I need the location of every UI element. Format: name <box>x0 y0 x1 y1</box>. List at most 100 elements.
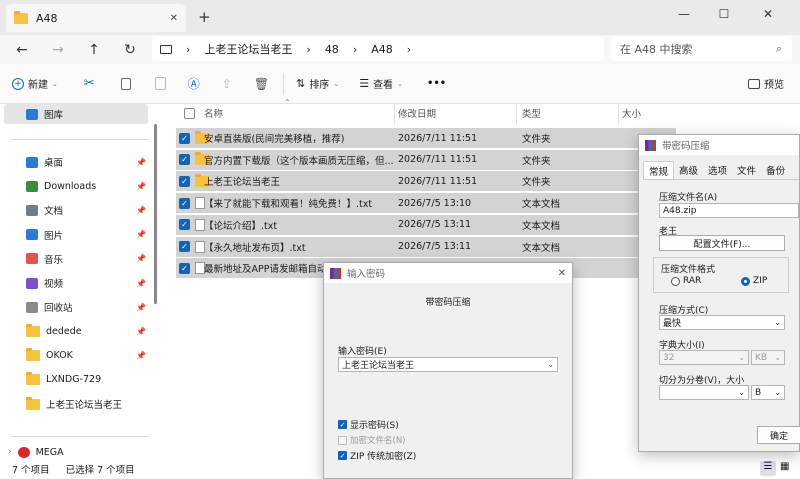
refresh-button[interactable]: ↻ <box>112 42 148 58</box>
zip-radio[interactable]: ZIP <box>741 276 767 286</box>
sidebar-item[interactable]: OKOK 📌 <box>26 346 150 366</box>
file-row[interactable]: ✓ 【来了就能下载和观看！纯免费！】.txt 2026/7/5 13:10 文本文档 <box>176 193 676 214</box>
zip-legacy-checkbox[interactable]: ✓ ZIP 传统加密(Z) <box>338 449 416 462</box>
sort-button[interactable]: ⇅ 排序 ⌄ <box>296 76 339 91</box>
back-button[interactable]: ← <box>4 42 40 58</box>
format-label: 压缩文件格式 <box>661 265 716 275</box>
more-button[interactable]: ••• <box>427 78 446 89</box>
split-unit-select[interactable]: B ⌄ <box>751 385 785 400</box>
breadcrumb-item[interactable]: A48 <box>371 43 393 56</box>
sidebar-item-label: 视频 <box>44 279 64 290</box>
recycle-bin-icon <box>26 301 38 313</box>
close-button[interactable]: ✕ <box>748 4 788 24</box>
sidebar-item[interactable]: dedede 📌 <box>26 321 150 341</box>
maximize-button[interactable]: ☐ <box>704 4 744 24</box>
forward-button[interactable]: → <box>40 42 76 58</box>
checkbox-checked[interactable]: ✓ <box>338 451 347 460</box>
sidebar-item[interactable]: 视频 📌 <box>26 273 150 293</box>
navigation-pane: 图库 桌面 📌 Downloads 📌 文档 📌 图片 📌 音乐 📌 视频 📌 回收站 📌 dedede 📌 O… <box>0 104 160 459</box>
tab-bar: A48 ✕ + — ☐ ✕ <box>0 0 800 35</box>
divider <box>10 436 150 437</box>
dialog-tab[interactable]: 备份 <box>761 161 790 179</box>
tiles-view-icon[interactable]: ▦ <box>780 461 789 472</box>
pin-icon: 📌 <box>136 254 146 264</box>
preview-button[interactable]: 预览 <box>748 76 784 91</box>
sidebar-item[interactable]: 上老王论坛当老王 <box>26 394 150 414</box>
file-row[interactable]: ✓ 上老王论坛当老王 2026/7/11 11:51 文件夹 <box>176 171 676 192</box>
sidebar-item-gallery[interactable]: 图库 <box>4 104 148 124</box>
address-bar[interactable]: › 上老王论坛当老王 › 48 › A48 › <box>152 37 604 61</box>
up-button[interactable]: ↑ <box>76 42 112 58</box>
radio-unchecked[interactable] <box>671 276 680 286</box>
file-row[interactable]: ✓ 【永久地址发布页】.txt 2026/7/5 13:11 文本文档 <box>176 236 676 257</box>
search-box[interactable]: 在 A48 中搜索 ⌕ <box>610 37 792 61</box>
view-button[interactable]: ☰ 查看 ⌄ <box>359 76 403 91</box>
show-password-checkbox[interactable]: ✓ 显示密码(S) <box>338 418 399 431</box>
profile-button[interactable]: 配置文件(F)... <box>659 235 785 251</box>
cut-icon[interactable]: ✂ <box>84 76 95 91</box>
new-tab-button[interactable]: + <box>198 8 211 26</box>
row-checkbox[interactable]: ✓ <box>179 262 190 274</box>
document-icon <box>26 204 38 216</box>
paste-icon[interactable] <box>154 77 166 90</box>
sidebar-item[interactable]: 图片 📌 <box>26 225 150 245</box>
row-checkbox[interactable]: ✓ <box>179 154 190 166</box>
minimize-button[interactable]: — <box>664 4 704 24</box>
select-all-checkbox[interactable] <box>184 104 195 122</box>
breadcrumb-item[interactable]: 上老王论坛当老王 <box>204 41 292 57</box>
column-date[interactable]: 修改日期 <box>398 104 436 122</box>
column-type[interactable]: 类型 <box>522 104 541 122</box>
row-checkbox[interactable]: ✓ <box>179 175 190 187</box>
sidebar-item[interactable]: 文档 📌 <box>26 200 150 220</box>
new-button[interactable]: + 新建 ⌄ <box>12 76 58 91</box>
folder-icon <box>26 396 40 410</box>
column-name[interactable]: 名称 <box>204 104 223 122</box>
sidebar-item[interactable]: LXNDG-729 <box>26 370 150 390</box>
file-row[interactable]: ✓ 官方内置下载版（这个版本画质无压缩，但... 2026/7/11 11:51 文件… <box>176 149 676 170</box>
breadcrumb-item[interactable]: 48 <box>325 43 339 56</box>
search-input[interactable]: 在 A48 中搜索 <box>620 41 776 57</box>
method-select[interactable]: 最快 ⌄ <box>659 315 785 330</box>
split-size-field[interactable]: ⌄ <box>659 385 749 400</box>
details-view-icon[interactable]: ☰ <box>760 461 776 476</box>
rar-radio[interactable]: RAR <box>671 276 701 286</box>
tab-a48[interactable]: A48 ✕ <box>6 4 186 32</box>
dialog-tab[interactable]: 常规 <box>643 161 675 179</box>
checkbox-label: 显示密码(S) <box>350 421 399 431</box>
file-row[interactable]: ✓ 安卓直装版(民间完美移植，推荐) 2026/7/11 11:51 文件夹 <box>176 128 676 148</box>
archive-name-field[interactable]: A48.zip <box>659 203 799 218</box>
password-field[interactable]: 上老王论坛当老王 ⌄ <box>338 357 558 372</box>
row-checkbox[interactable]: ✓ <box>179 219 190 231</box>
sidebar-item[interactable]: 桌面 📌 <box>26 152 150 172</box>
checkbox-checked[interactable]: ✓ <box>338 420 347 429</box>
sidebar-item[interactable]: 回收站 📌 <box>26 297 150 317</box>
ok-button[interactable]: 确定 <box>757 426 800 444</box>
row-checkbox[interactable]: ✓ <box>179 197 190 209</box>
tab-close-icon[interactable]: ✕ <box>170 13 178 24</box>
copy-icon[interactable] <box>120 77 131 90</box>
row-checkbox[interactable]: ✓ <box>179 132 190 144</box>
column-size[interactable]: 大小 <box>622 104 641 122</box>
close-icon[interactable]: ✕ <box>558 268 566 279</box>
encrypt-names-checkbox[interactable]: 加密文件名(N) <box>338 434 406 446</box>
chevron-down-icon[interactable]: ⌄ <box>547 360 554 369</box>
delete-icon[interactable]: 🗑 <box>254 77 269 91</box>
pin-icon: 📌 <box>136 351 146 361</box>
share-icon[interactable]: ⇪ <box>222 77 232 91</box>
sidebar-scrollbar[interactable] <box>154 124 157 304</box>
dialog-tab[interactable]: 选项 <box>703 161 732 179</box>
sidebar-item[interactable]: 音乐 📌 <box>26 249 150 269</box>
sidebar-item[interactable]: Downloads 📌 <box>26 176 150 196</box>
pin-icon: 📌 <box>136 157 146 167</box>
rename-icon[interactable]: Ⓐ <box>188 75 200 92</box>
dialog-tab[interactable]: 文件 <box>732 161 761 179</box>
radio-checked[interactable] <box>741 276 750 286</box>
view-icon: ☰ <box>359 77 370 90</box>
checkbox-label: 加密文件名(N) <box>350 436 406 446</box>
file-name: 官方内置下载版（这个版本画质无压缩，但... <box>204 155 394 167</box>
dialog-tab[interactable]: 高级 <box>674 161 703 179</box>
checkbox[interactable] <box>184 107 195 119</box>
row-checkbox[interactable]: ✓ <box>179 241 190 252</box>
file-row[interactable]: ✓ 【论坛介绍】.txt 2026/7/5 13:11 文本文档 <box>176 214 676 235</box>
sidebar-item-label: 图片 <box>44 230 64 242</box>
